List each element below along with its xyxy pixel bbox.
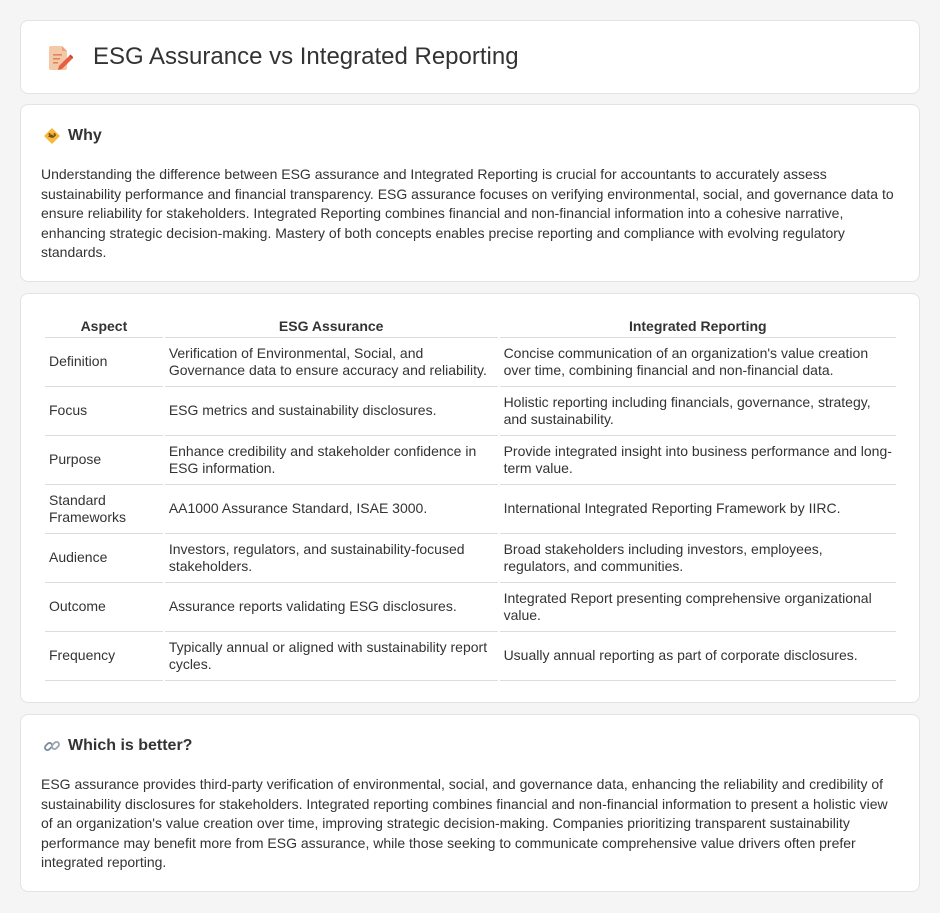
integrated-reporting-cell: Broad stakeholders including investors, … (499, 534, 896, 583)
table-row: Standard Frameworks AA1000 Assurance Sta… (45, 485, 896, 534)
column-header: ESG Assurance (164, 316, 498, 338)
link-icon (43, 737, 61, 755)
esg-assurance-cell: Verification of Environmental, Social, a… (164, 338, 498, 387)
table-row: Frequency Typically annual or aligned wi… (45, 632, 896, 681)
integrated-reporting-cell: Usually annual reporting as part of corp… (499, 632, 896, 681)
aspect-cell: Audience (45, 534, 163, 583)
aspect-cell: Frequency (45, 632, 163, 681)
aspect-cell: Definition (45, 338, 163, 387)
comparison-card: Aspect ESG Assurance Integrated Reportin… (20, 293, 920, 703)
which-is-better-section: Which is better? ESG assurance provides … (20, 714, 920, 892)
page-title: ESG Assurance vs Integrated Reporting (93, 43, 519, 70)
esg-assurance-cell: Assurance reports validating ESG disclos… (164, 583, 498, 632)
aspect-cell: Outcome (45, 583, 163, 632)
integrated-reporting-cell: Holistic reporting including financials,… (499, 387, 896, 436)
integrated-reporting-cell: Integrated Report presenting comprehensi… (499, 583, 896, 632)
handshake-icon (43, 127, 61, 145)
why-heading: Why (68, 127, 102, 144)
aspect-cell: Purpose (45, 436, 163, 485)
table-row: Outcome Assurance reports validating ESG… (45, 583, 896, 632)
esg-assurance-cell: Typically annual or aligned with sustain… (164, 632, 498, 681)
aspect-cell: Focus (45, 387, 163, 436)
integrated-reporting-cell: International Integrated Reporting Frame… (499, 485, 896, 534)
column-header: Integrated Reporting (499, 316, 896, 338)
which-is-better-body: ESG assurance provides third-party verif… (41, 776, 888, 870)
table-header-row: Aspect ESG Assurance Integrated Reportin… (45, 316, 896, 338)
aspect-cell: Standard Frameworks (45, 485, 163, 534)
table-row: Focus ESG metrics and sustainability dis… (45, 387, 896, 436)
esg-assurance-cell: Investors, regulators, and sustainabilit… (164, 534, 498, 583)
esg-assurance-cell: ESG metrics and sustainability disclosur… (164, 387, 498, 436)
which-is-better-heading: Which is better? (68, 737, 193, 754)
integrated-reporting-cell: Concise communication of an organization… (499, 338, 896, 387)
title-card: ESG Assurance vs Integrated Reporting (20, 20, 920, 94)
table-row: Purpose Enhance credibility and stakehol… (45, 436, 896, 485)
integrated-reporting-cell: Provide integrated insight into business… (499, 436, 896, 485)
esg-assurance-cell: Enhance credibility and stakeholder conf… (164, 436, 498, 485)
why-section: Why Understanding the difference between… (20, 104, 920, 282)
document-edit-icon (47, 44, 74, 70)
table-row: Definition Verification of Environmental… (45, 338, 896, 387)
why-body: Understanding the difference between ESG… (41, 166, 894, 260)
esg-assurance-cell: AA1000 Assurance Standard, ISAE 3000. (164, 485, 498, 534)
comparison-table: Aspect ESG Assurance Integrated Reportin… (43, 316, 898, 681)
table-row: Audience Investors, regulators, and sust… (45, 534, 896, 583)
column-header: Aspect (45, 316, 163, 338)
